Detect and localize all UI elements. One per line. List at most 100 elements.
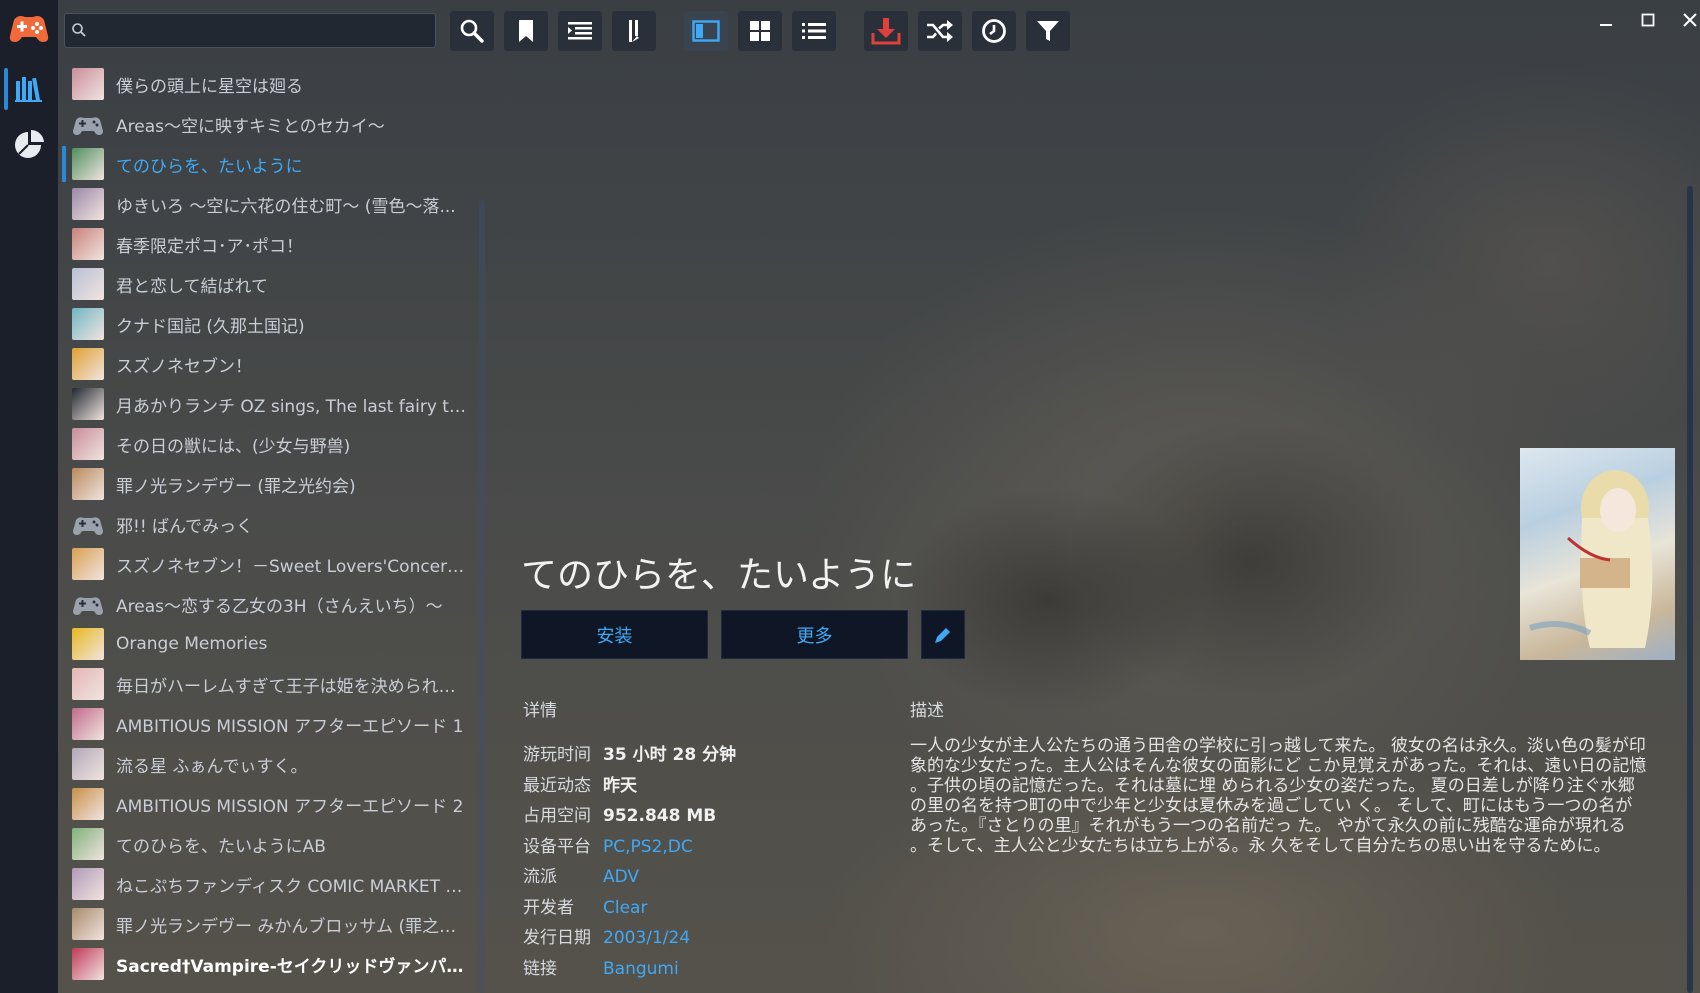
- more-button[interactable]: 更多: [721, 610, 908, 659]
- game-name: 罪ノ光ランデヴー (罪之光约会): [116, 476, 356, 497]
- detail-value: 昨天: [603, 775, 637, 796]
- game-thumbnail: [72, 348, 104, 380]
- game-list-item[interactable]: クナド国記 (久那土国记): [62, 304, 482, 344]
- detail-value: 35 小时 28 分钟: [603, 745, 737, 765]
- maximize-button[interactable]: [1630, 6, 1666, 34]
- close-window-button[interactable]: [1672, 6, 1700, 34]
- description-line: あった。『さとりの里』それがもう一つの名前だっ た。 やがて永久の前に残酷な運命…: [910, 816, 1626, 836]
- game-cover-image: [1520, 448, 1675, 660]
- grid-view-button[interactable]: [738, 11, 782, 51]
- game-name: 僕らの頭上に星空は廻る: [116, 76, 303, 97]
- list-view-icon: [802, 23, 826, 39]
- search-button[interactable]: [450, 11, 494, 51]
- game-list-item[interactable]: AMBITIOUS MISSION アフターエピソード 2: [62, 784, 482, 824]
- game-list-item[interactable]: てのひらを、たいように: [62, 144, 482, 184]
- edit-button[interactable]: [921, 610, 965, 659]
- game-name: 罪ノ光ランデヴー みかんブロッサム (罪之光:约...: [116, 916, 466, 937]
- game-list-item[interactable]: Areas～恋する乙女の3H（さんえいち）～: [62, 584, 482, 624]
- search-field-icon: [72, 23, 86, 37]
- game-title: てのひらを、たいように: [521, 555, 917, 596]
- detail-scrollbar[interactable]: [1687, 186, 1693, 993]
- outline-view-button[interactable]: [558, 11, 602, 51]
- game-name: スズノネセブン！－Sweet Lovers'Concerto－: [116, 556, 466, 577]
- detail-row: 流派 ADV: [523, 862, 639, 887]
- game-list-item[interactable]: 毎日がハーレムすぎて王子は姫を決められない...: [62, 664, 482, 704]
- sidebar-view-button[interactable]: [684, 11, 728, 51]
- game-name: てのひらを、たいようにAB: [116, 836, 326, 857]
- library-nav-button[interactable]: [0, 64, 58, 114]
- game-list-item[interactable]: 月あかりランチ OZ sings, The last fairy tale.: [62, 384, 482, 424]
- game-list-item[interactable]: Orange Memories: [62, 624, 482, 664]
- detail-link[interactable]: 2003/1/24: [603, 928, 690, 948]
- game-list-item[interactable]: Sacred†Vampire-セイクリッドヴァンパイア-: [62, 944, 482, 984]
- description-line: 。そして、主人公と少女たちは立ち上がる。永 久をそして自分たちの思い出を守るため…: [910, 836, 1611, 856]
- game-thumbnail: [72, 668, 104, 700]
- gamepad-logo-icon: [9, 16, 49, 42]
- clock-icon: [982, 19, 1006, 43]
- game-list-item[interactable]: 流る星 ふぁんでぃすく。: [62, 744, 482, 784]
- detail-key: 最近动态: [523, 775, 591, 796]
- game-name: その日の獣には、(少女与野兽): [116, 436, 351, 457]
- game-thumbnail: [72, 748, 104, 780]
- game-name: ゆきいろ ～空に六花の住む町～ (雪色～落...: [116, 196, 456, 217]
- random-game-button[interactable]: [918, 11, 962, 51]
- game-list-scrollbar[interactable]: [479, 200, 485, 993]
- game-list-item[interactable]: Areas～空に映すキミとのセカイ～: [62, 104, 482, 144]
- game-thumbnail: [72, 188, 104, 220]
- recent-activity-button[interactable]: [972, 11, 1016, 51]
- game-list-item[interactable]: 春季限定ポコ･ア･ポコ！: [62, 224, 482, 264]
- statistics-nav-button[interactable]: [0, 120, 58, 170]
- list-view-button[interactable]: [792, 11, 836, 51]
- description-line: 象的な少女だった。主人公はそんな彼女の面影にど こか見覚えがあった。それは、遠い…: [910, 756, 1647, 776]
- detail-link[interactable]: ADV: [603, 867, 639, 887]
- game-name: クナド国記 (久那土国记): [116, 316, 305, 337]
- game-list-item[interactable]: AMBITIOUS MISSION アフターエピソード 1: [62, 704, 482, 744]
- filter-button[interactable]: [1026, 11, 1070, 51]
- detail-row: 链接 Bangumi: [523, 954, 679, 979]
- top-toolbar: [58, 0, 1700, 62]
- download-icon: [871, 18, 901, 45]
- detail-row: 开发者 Clear: [523, 893, 647, 918]
- game-list-item[interactable]: 罪ノ光ランデヴー みかんブロッサム (罪之光:约...: [62, 904, 482, 944]
- detail-link[interactable]: PC,PS2,DC: [603, 837, 693, 857]
- maximize-icon: [1641, 13, 1655, 27]
- game-thumbnail: [72, 308, 104, 340]
- detail-key: 开发者: [523, 897, 574, 918]
- game-name: AMBITIOUS MISSION アフターエピソード 1: [116, 716, 464, 737]
- game-list-item[interactable]: ゆきいろ ～空に六花の住む町～ (雪色～落...: [62, 184, 482, 224]
- search-input[interactable]: [91, 14, 431, 49]
- game-list-item[interactable]: スズノネセブン！－Sweet Lovers'Concerto－: [62, 544, 482, 584]
- detail-key: 游玩时间: [523, 745, 591, 765]
- search-box[interactable]: [64, 13, 436, 49]
- detail-key: 发行日期: [523, 928, 591, 948]
- sidebar-view-icon: [692, 20, 720, 42]
- game-thumbnail: [72, 148, 104, 180]
- shuffle-icon: [927, 20, 953, 42]
- game-thumbnail: [72, 788, 104, 820]
- detail-link[interactable]: Clear: [603, 898, 647, 918]
- list-indent-icon: [568, 22, 592, 40]
- game-list-item[interactable]: てのひらを、たいようにAB: [62, 824, 482, 864]
- game-list-item[interactable]: 邪!! ばんでみっく: [62, 504, 482, 544]
- game-list-item[interactable]: 罪ノ光ランデヴー (罪之光约会): [62, 464, 482, 504]
- description-heading: 描述: [910, 701, 944, 721]
- game-list-item[interactable]: その日の獣には、(少女与野兽): [62, 424, 482, 464]
- sort-button[interactable]: [612, 11, 656, 51]
- download-button[interactable]: [864, 11, 908, 51]
- description-line: 。子供の頃の記憶だった。それは墓に埋 められる少女の姿だった。 夏の日差しが降り…: [910, 776, 1635, 796]
- game-name: Areas～恋する乙女の3H（さんえいち）～: [116, 596, 443, 617]
- detail-link[interactable]: Bangumi: [603, 959, 679, 979]
- game-name: AMBITIOUS MISSION アフターエピソード 2: [116, 796, 464, 817]
- minimize-button[interactable]: [1588, 6, 1624, 34]
- bookmark-icon: [519, 20, 533, 42]
- game-list-item[interactable]: 君と恋して結ばれて: [62, 264, 482, 304]
- stats-pie-icon: [15, 129, 44, 158]
- game-list-item[interactable]: スズノネセブン！: [62, 344, 482, 384]
- details-heading: 详情: [523, 701, 557, 721]
- game-list-item[interactable]: 僕らの頭上に星空は廻る: [62, 64, 482, 104]
- bookmark-button[interactable]: [504, 11, 548, 51]
- game-list-item[interactable]: ねこぷちファンディスク COMIC MARKET 82 SU...: [62, 864, 482, 904]
- detail-row: 最近动态 昨天: [523, 771, 637, 796]
- install-button[interactable]: 安装: [521, 610, 708, 659]
- game-thumbnail: [72, 948, 104, 980]
